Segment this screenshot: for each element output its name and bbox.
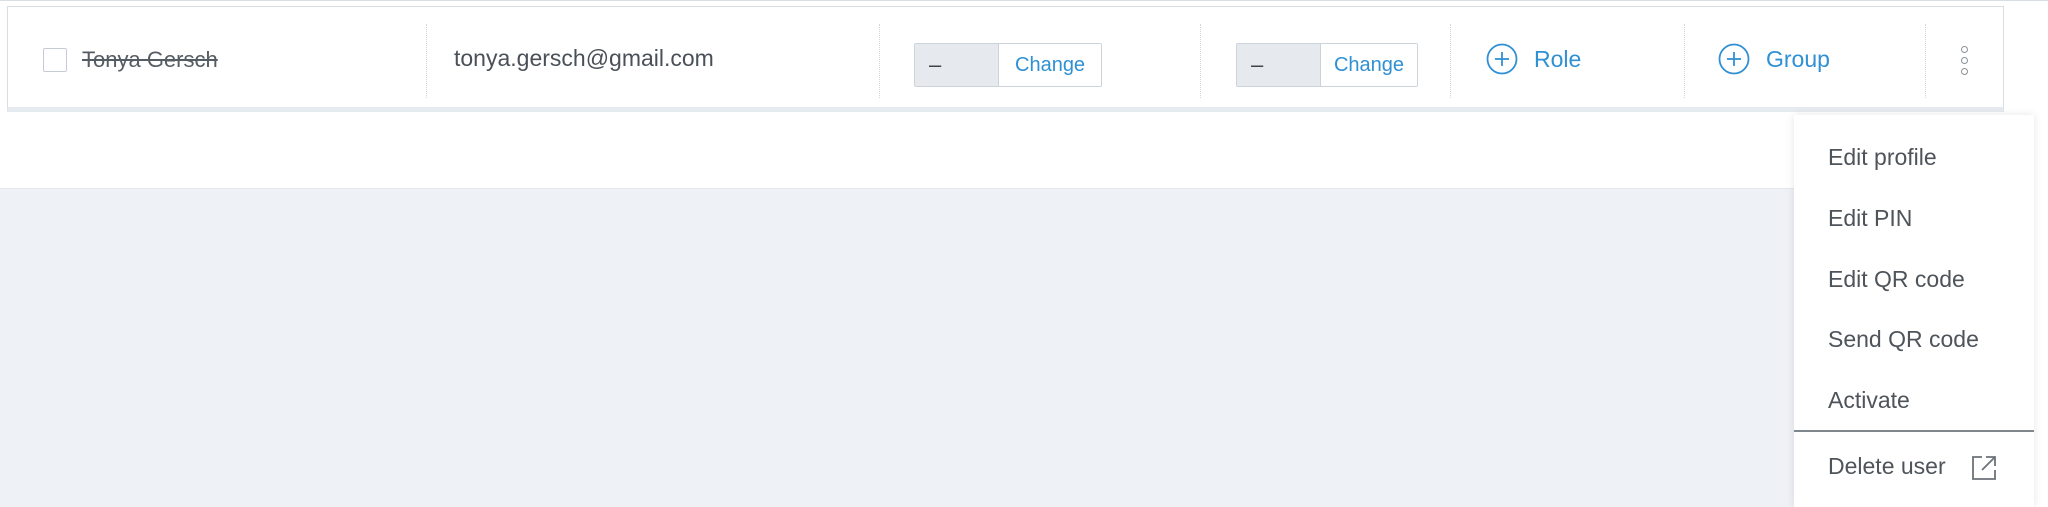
scroll-gutter bbox=[2034, 112, 2048, 507]
user-email: tonya.gersch@gmail.com bbox=[454, 45, 714, 71]
email-cell: tonya.gersch@gmail.com bbox=[454, 45, 714, 72]
user-table-panel: Tonya Gersch tonya.gersch@gmail.com – Ch… bbox=[0, 0, 2048, 189]
menu-item-edit-pin[interactable]: Edit PIN bbox=[1828, 205, 1912, 232]
add-role-label: Role bbox=[1534, 45, 1582, 72]
menu-divider bbox=[1794, 430, 2034, 432]
add-role-link[interactable]: Role bbox=[1486, 43, 1581, 75]
field-a-change-group: – Change bbox=[914, 43, 1102, 87]
field-a-change-button[interactable]: Change bbox=[998, 44, 1101, 86]
table-top-border bbox=[0, 0, 2048, 1]
menu-item-send-qr-code[interactable]: Send QR code bbox=[1828, 326, 1979, 353]
more-actions-button[interactable] bbox=[1961, 44, 1968, 77]
kebab-dot bbox=[1961, 46, 1968, 53]
field-b-change-group: – Change bbox=[1236, 43, 1418, 87]
field-b-value: – bbox=[1237, 44, 1321, 86]
menu-item-activate[interactable]: Activate bbox=[1828, 387, 1910, 414]
menu-item-edit-qr-code[interactable]: Edit QR code bbox=[1828, 266, 1965, 293]
table-row: Tonya Gersch tonya.gersch@gmail.com – Ch… bbox=[7, 6, 2004, 112]
user-name: Tonya Gersch bbox=[82, 47, 218, 72]
row-checkbox[interactable] bbox=[43, 48, 67, 72]
column-divider bbox=[1925, 24, 1926, 98]
column-divider bbox=[426, 24, 427, 98]
column-divider bbox=[1450, 24, 1451, 98]
field-b-change-button[interactable]: Change bbox=[1320, 44, 1417, 86]
plus-circle-icon bbox=[1486, 43, 1518, 75]
plus-circle-icon bbox=[1718, 43, 1750, 75]
menu-item-delete-user[interactable]: Delete user bbox=[1828, 453, 1946, 480]
menu-item-edit-profile[interactable]: Edit profile bbox=[1828, 144, 1937, 171]
column-divider bbox=[1200, 24, 1201, 98]
add-group-link[interactable]: Group bbox=[1718, 43, 1830, 75]
kebab-dot bbox=[1961, 57, 1968, 64]
column-divider bbox=[1684, 24, 1685, 98]
add-group-label: Group bbox=[1766, 45, 1830, 72]
field-a-value: – bbox=[915, 44, 999, 86]
kebab-dot bbox=[1961, 68, 1968, 75]
column-divider bbox=[879, 24, 880, 98]
external-link-icon bbox=[1972, 456, 1996, 480]
row-actions-menu: Edit profile Edit PIN Edit QR code Send … bbox=[1794, 115, 2034, 507]
row-select-cell: Tonya Gersch bbox=[43, 47, 218, 73]
